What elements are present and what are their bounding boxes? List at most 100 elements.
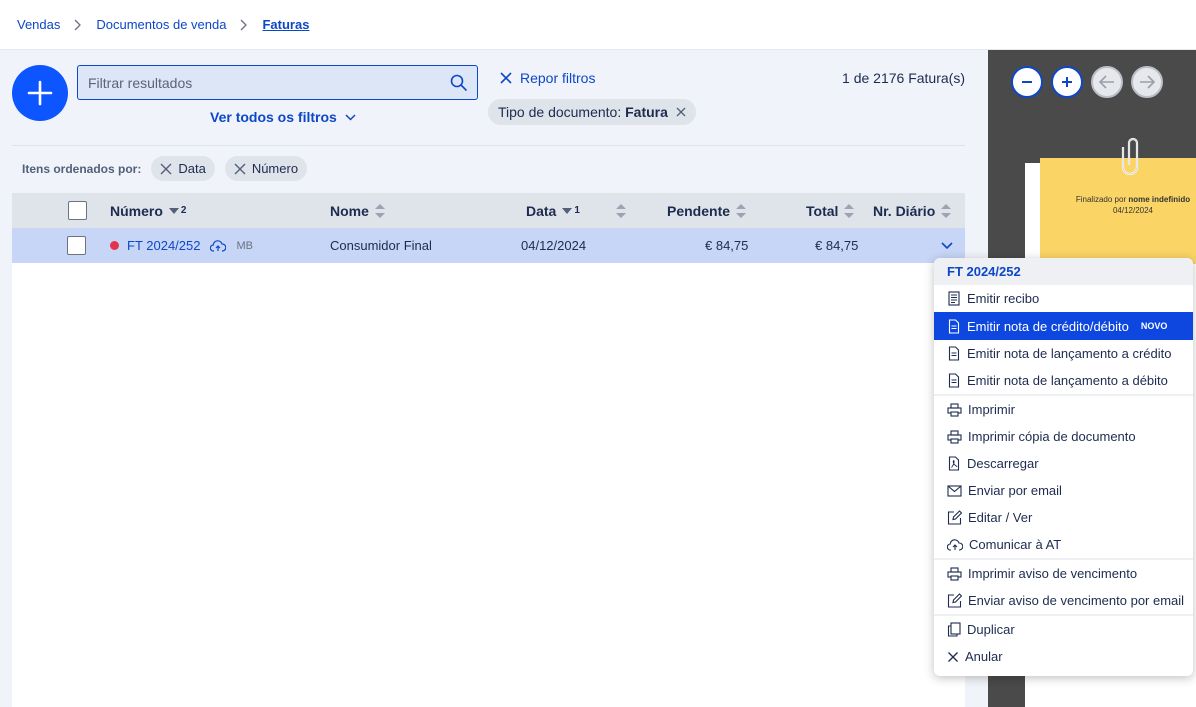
note-prefix: Finalizado por <box>1075 195 1127 204</box>
cell-pendente: € 84,75 <box>705 238 749 253</box>
menu-item-label: Emitir recibo <box>967 291 1040 306</box>
menu-item-lancamento-credito[interactable]: Emitir nota de lançamento a crédito <box>934 340 1193 367</box>
row-checkbox[interactable] <box>67 236 86 255</box>
reset-filters-button[interactable]: Repor filtros <box>500 70 595 86</box>
cloud-upload-icon <box>210 239 227 252</box>
cell-total: € 84,75 <box>815 238 859 253</box>
column-pendente[interactable]: Pendente <box>667 193 747 228</box>
chevron-right-icon <box>74 19 82 31</box>
sort-chip-numero[interactable]: Número <box>224 156 308 181</box>
column-nome[interactable]: Nome <box>330 193 385 228</box>
sort-toggle[interactable] <box>616 193 626 228</box>
add-document-button[interactable] <box>12 65 68 121</box>
arrow-left-icon <box>1099 75 1114 89</box>
menu-item-label: Imprimir cópia de documento <box>968 429 1136 444</box>
table-row[interactable]: FT 2024/252 MB Consumidor Final 04/12/20… <box>12 228 965 263</box>
close-icon[interactable] <box>160 163 172 175</box>
select-all-checkbox[interactable] <box>68 201 87 220</box>
result-count: 1 de 2176 Fatura(s) <box>842 70 965 86</box>
document-icon <box>948 318 960 334</box>
breadcrumb-faturas[interactable]: Faturas <box>262 17 309 32</box>
zoom-in-button[interactable] <box>1051 66 1083 98</box>
printer-icon <box>947 566 962 581</box>
menu-item-label: Emitir nota de crédito/débito <box>967 318 1129 334</box>
sort-chip-label: Número <box>251 161 299 176</box>
column-label: Número <box>110 202 163 219</box>
select-all-checkbox-cell <box>68 193 87 228</box>
menu-item-duplicar[interactable]: Duplicar <box>934 616 1193 643</box>
column-label: Data <box>526 202 557 219</box>
printer-icon <box>947 402 962 417</box>
sort-icon <box>616 203 626 218</box>
chevron-down-icon <box>941 241 953 249</box>
filter-chip-label: Tipo de documento: <box>498 104 622 120</box>
menu-item-enviar-aviso[interactable]: Enviar aviso de vencimento por email <box>934 587 1193 614</box>
menu-item-label: Imprimir aviso de vencimento <box>968 566 1138 581</box>
envelope-icon <box>947 484 962 497</box>
chevron-right-icon <box>240 19 248 31</box>
row-tag: MB <box>236 239 253 252</box>
previous-page-button[interactable] <box>1091 66 1123 98</box>
menu-item-label: Comunicar à AT <box>969 537 1062 552</box>
table-header: Número 2 Nome Data 1 Pendente Total Nr. … <box>12 193 965 228</box>
menu-item-emitir-recibo[interactable]: Emitir recibo <box>934 285 1193 312</box>
menu-item-label: Duplicar <box>967 622 1015 637</box>
menu-item-editar-ver[interactable]: Editar / Ver <box>934 504 1193 531</box>
menu-item-imprimir-aviso[interactable]: Imprimir aviso de vencimento <box>934 560 1193 587</box>
menu-item-comunicar-at[interactable]: Comunicar à AT <box>934 531 1193 558</box>
next-page-button[interactable] <box>1131 66 1163 98</box>
column-nr-diario[interactable]: Nr. Diário <box>873 193 952 228</box>
see-all-filters-link[interactable]: Ver todos os filtros <box>210 109 356 125</box>
chevron-down-icon <box>345 113 356 121</box>
close-icon[interactable] <box>234 163 246 175</box>
filter-chip-document-type: Tipo de documento: Fatura <box>488 99 696 125</box>
sort-icon <box>844 203 855 218</box>
menu-item-imprimir-copia[interactable]: Imprimir cópia de documento <box>934 423 1193 450</box>
sort-index: 2 <box>180 205 187 216</box>
column-data[interactable]: Data 1 <box>526 193 580 228</box>
sort-label: Itens ordenados por: <box>22 161 142 176</box>
menu-item-nota-credito-debito[interactable]: Emitir nota de crédito/débito NOVO <box>934 312 1193 340</box>
menu-item-label: Descarregar <box>967 456 1039 471</box>
sort-chip-data[interactable]: Data <box>151 156 215 181</box>
menu-item-enviar-email[interactable]: Enviar por email <box>934 477 1193 504</box>
document-number-link[interactable]: FT 2024/252 <box>127 238 200 253</box>
plus-icon <box>1062 77 1072 87</box>
breadcrumb-vendas[interactable]: Vendas <box>17 17 60 32</box>
filter-chip-value: Fatura <box>625 104 668 120</box>
menu-item-lancamento-debito[interactable]: Emitir nota de lançamento a débito <box>934 367 1193 394</box>
sort-desc-icon <box>168 207 179 214</box>
close-icon <box>948 651 958 662</box>
column-label: Nome <box>330 202 369 219</box>
menu-item-anular[interactable]: Anular <box>934 643 1193 670</box>
note-date: 04/12/2024 <box>1112 206 1154 215</box>
menu-item-label: Emitir nota de lançamento a crédito <box>967 346 1172 361</box>
menu-title: FT 2024/252 <box>934 258 1193 285</box>
edit-icon <box>947 593 962 608</box>
paperclip-icon <box>1121 137 1139 175</box>
menu-item-imprimir[interactable]: Imprimir <box>934 396 1193 423</box>
printer-icon <box>947 429 962 444</box>
row-checkbox-cell <box>67 228 86 263</box>
column-label: Pendente <box>667 202 731 219</box>
breadcrumb-documentos[interactable]: Documentos de venda <box>96 17 226 32</box>
sort-icon <box>374 203 385 218</box>
menu-item-label: Editar / Ver <box>968 510 1033 525</box>
zoom-out-button[interactable] <box>1011 66 1043 98</box>
search-icon[interactable] <box>450 74 467 91</box>
remove-filter-icon[interactable] <box>676 107 686 117</box>
minus-icon <box>1022 81 1032 83</box>
note-user: nome indefinido <box>1128 195 1191 204</box>
search-field[interactable] <box>77 65 478 100</box>
search-input[interactable] <box>88 74 450 91</box>
cell-data: 04/12/2024 <box>521 238 587 253</box>
receipt-icon <box>948 291 960 306</box>
column-numero[interactable]: Número 2 <box>110 193 186 228</box>
menu-item-label: Anular <box>965 649 1003 664</box>
arrow-right-icon <box>1140 75 1155 89</box>
edit-icon <box>947 510 962 525</box>
menu-item-descarregar[interactable]: Descarregar <box>934 450 1193 477</box>
column-total[interactable]: Total <box>806 193 855 228</box>
copy-icon <box>947 622 961 637</box>
breadcrumb: Vendas Documentos de venda Faturas <box>0 0 1196 50</box>
